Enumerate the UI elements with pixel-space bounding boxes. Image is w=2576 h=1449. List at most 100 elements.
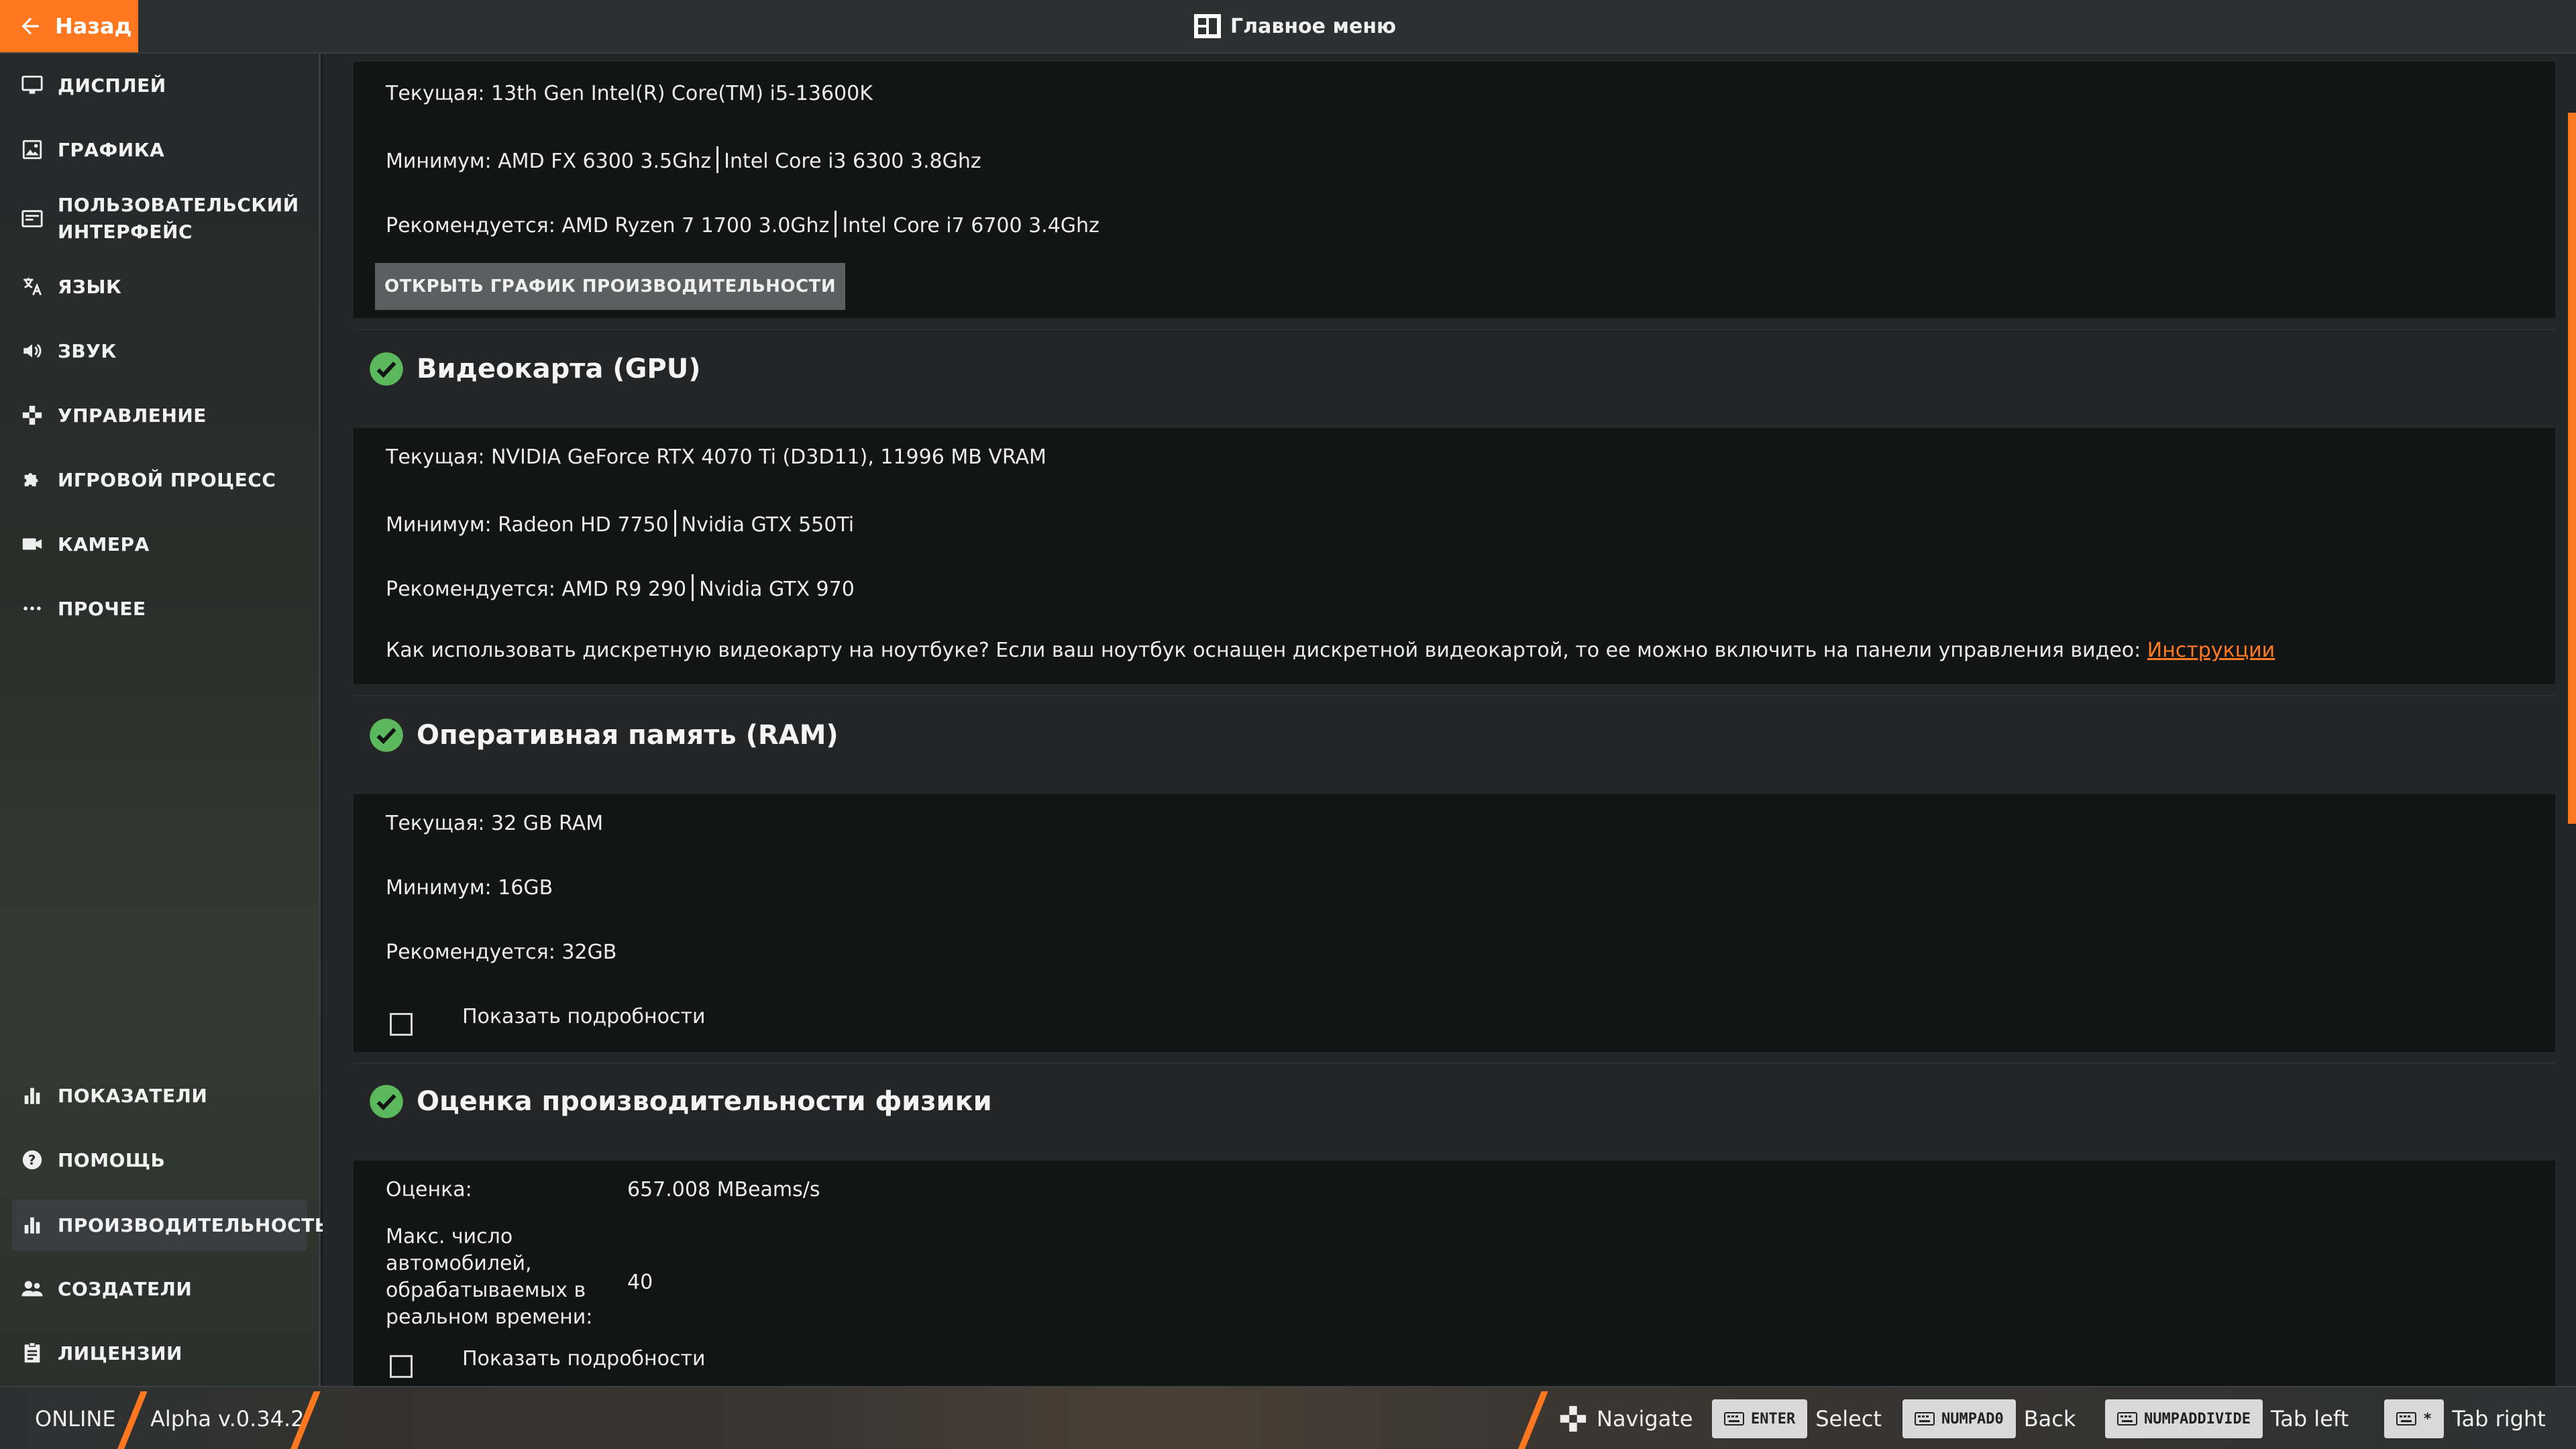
hint-back[interactable]: NUMPAD0 Back: [1902, 1387, 2076, 1449]
max-cars-value: 40: [627, 1271, 653, 1294]
license-icon: [19, 1340, 46, 1366]
sidebar-item-label: Камера: [58, 533, 150, 555]
gpu-recommended: Рекомендуется: AMD R9 290 Nvidia GTX 970: [386, 574, 855, 601]
arrow-left-icon: [21, 17, 39, 35]
keyboard-icon: [1724, 1412, 1744, 1426]
puzzle-icon: [19, 466, 46, 493]
hint-select[interactable]: ENTER Select: [1712, 1387, 1882, 1449]
physics-show-details-label[interactable]: Показать подробности: [462, 1347, 706, 1371]
section-divider: [354, 695, 2555, 696]
sidebar-item-licenses[interactable]: Лицензии: [12, 1332, 307, 1374]
sidebar-item-label: Дисплей: [58, 74, 166, 97]
hint-tab-right[interactable]: * Tab right: [2384, 1387, 2546, 1449]
main-menu-label: Главное меню: [1230, 14, 1397, 38]
online-status: ONLINE: [35, 1406, 116, 1432]
separator: [1517, 1391, 1548, 1449]
section-divider: [354, 329, 2555, 330]
sidebar-item-label: Создатели: [58, 1277, 193, 1300]
check-circle-icon: [370, 1085, 403, 1118]
sidebar-item-ui[interactable]: Пользовательский интерфейс: [12, 186, 307, 251]
keycap-label: *: [2423, 1410, 2432, 1428]
sidebar-item-gameplay[interactable]: Игровой процесс: [12, 459, 307, 500]
keycap: *: [2384, 1399, 2445, 1438]
cpu-minimum-amd: Минимум: AMD FX 6300 3.5Ghz: [386, 150, 712, 173]
ram-current: Текущая: 32 GB RAM: [386, 812, 604, 835]
monitor-icon: [19, 72, 46, 99]
cpu-recommended: Рекомендуется: AMD Ryzen 7 1700 3.0Ghz In…: [386, 211, 1099, 237]
camera-icon: [19, 531, 46, 557]
physics-score-label: Оценка:: [386, 1178, 472, 1201]
hint-action: Navigate: [1597, 1406, 1693, 1432]
physics-show-details-checkbox[interactable]: [390, 1355, 413, 1378]
show-details-checkbox[interactable]: [390, 1013, 413, 1036]
hint-action: Tab left: [2270, 1406, 2349, 1432]
cpu-panel: Текущая: 13th Gen Intel(R) Core(TM) i5-1…: [354, 62, 2555, 318]
scrollbar-thumb[interactable]: [2568, 113, 2576, 824]
image-icon: [19, 136, 46, 163]
sidebar-item-label: Управление: [58, 404, 207, 427]
top-bar: Назад Главное меню: [0, 0, 2576, 54]
sidebar-item-label: Звук: [58, 339, 117, 362]
stats-icon: [19, 1082, 46, 1109]
gpu-recommended-amd: Рекомендуется: AMD R9 290: [386, 578, 687, 601]
sidebar-item-camera[interactable]: Камера: [12, 523, 307, 565]
hint-tab-left[interactable]: NUMPADDIVIDE Tab left: [2105, 1387, 2349, 1449]
sidebar-item-stats[interactable]: Показатели: [12, 1075, 307, 1116]
performance-content[interactable]: Текущая: 13th Gen Intel(R) Core(TM) i5-1…: [323, 54, 2557, 1386]
sidebar-item-sound[interactable]: Звук: [12, 330, 307, 372]
separator: [117, 1391, 148, 1449]
keycap-label: NUMPADDIVIDE: [2144, 1410, 2251, 1428]
separator: [835, 211, 837, 237]
cpu-minimum-intel: Intel Core i3 6300 3.8Ghz: [724, 150, 981, 173]
sidebar-item-credits[interactable]: Создатели: [12, 1268, 307, 1309]
instructions-link[interactable]: Инструкции: [2147, 639, 2275, 662]
physics-section-header: Оценка производительности физики: [368, 1083, 992, 1120]
ram-panel: Текущая: 32 GB RAM Минимум: 16GB Рекомен…: [354, 794, 2555, 1052]
show-details-label[interactable]: Показать подробности: [462, 1005, 706, 1028]
cpu-recommended-amd: Рекомендуется: AMD Ryzen 7 1700 3.0Ghz: [386, 214, 830, 237]
sidebar-item-graphics[interactable]: Графика: [12, 129, 307, 170]
svg-text:?: ?: [28, 1152, 36, 1168]
cpu-minimum: Минимум: AMD FX 6300 3.5Ghz Intel Core i3…: [386, 146, 981, 173]
keyboard-icon: [2117, 1412, 2137, 1426]
speaker-icon: [19, 337, 46, 364]
ram-section-title: Оперативная память (RAM): [417, 720, 839, 751]
main-menu-icon: [1194, 14, 1221, 38]
sidebar-item-display[interactable]: Дисплей: [12, 64, 307, 106]
gpu-section-header: Видеокарта (GPU): [368, 351, 701, 387]
sidebar-item-label: Лицензии: [58, 1342, 182, 1364]
hint-action: Tab right: [2452, 1406, 2546, 1432]
hint-action: Select: [1815, 1406, 1882, 1432]
keycap: NUMPAD0: [1902, 1399, 2016, 1438]
back-button[interactable]: Назад: [0, 0, 138, 52]
main-menu-button[interactable]: Главное меню: [1194, 0, 1396, 52]
dpad-icon: [1560, 1405, 1587, 1432]
cpu-recommended-intel: Intel Core i7 6700 3.4Ghz: [842, 214, 1099, 237]
people-icon: [19, 1275, 46, 1302]
ui-icon: [19, 205, 46, 232]
gpu-recommended-nvidia: Nvidia GTX 970: [699, 578, 855, 601]
check-circle-icon: [370, 718, 403, 752]
settings-sidebar: Дисплей Графика Пользовательский интерфе…: [0, 54, 329, 1386]
sidebar-item-label: Игровой процесс: [58, 468, 276, 491]
ram-section-header: Оперативная память (RAM): [368, 717, 839, 753]
sidebar-item-label: Графика: [58, 138, 165, 161]
hint-action: Back: [2023, 1406, 2076, 1432]
gpu-laptop-note-text: Как использовать дискретную видеокарту н…: [386, 639, 2147, 662]
help-icon: ?: [19, 1146, 46, 1173]
keycap: ENTER: [1712, 1399, 1808, 1438]
sidebar-item-performance[interactable]: Производительность: [12, 1199, 329, 1250]
open-performance-graph-button[interactable]: ОТКРЫТЬ ГРАФИК ПРОИЗВОДИТЕЛЬНОСТИ: [375, 263, 846, 310]
sidebar-item-language[interactable]: Язык: [12, 266, 307, 307]
sidebar-item-help[interactable]: ? Помощь: [12, 1139, 307, 1181]
sidebar-item-other[interactable]: Прочее: [12, 588, 307, 629]
gpu-laptop-note: Как использовать дискретную видеокарту н…: [386, 639, 2275, 662]
sidebar-item-controls[interactable]: Управление: [12, 394, 307, 436]
physics-panel: Оценка: 657.008 MBeams/s Макс. число авт…: [354, 1161, 2555, 1386]
hint-navigate[interactable]: Navigate: [1558, 1387, 1693, 1449]
separator: [716, 146, 719, 173]
translate-icon: [19, 273, 46, 300]
version-label: Alpha v.0.34.2: [150, 1406, 305, 1432]
sidebar-item-label: Показатели: [58, 1084, 208, 1107]
separator: [692, 574, 694, 601]
